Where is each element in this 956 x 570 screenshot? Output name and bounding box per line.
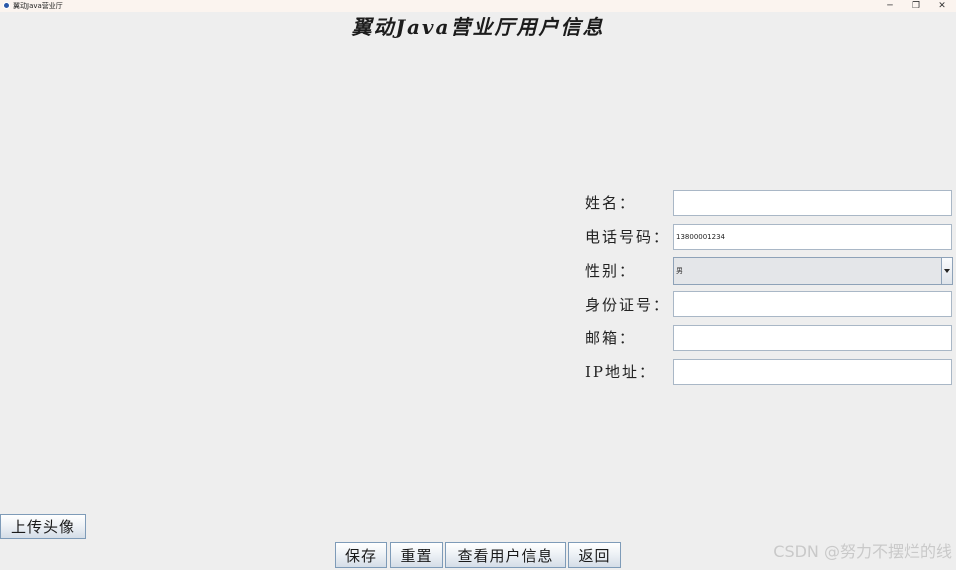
name-label: 姓名： bbox=[585, 194, 637, 212]
app-window: 翼动Java营业厅 ─ ❐ ✕ 翼动Java营业厅用户信息 姓名： 电话号码： … bbox=[0, 0, 956, 570]
reset-button[interactable]: 重置 bbox=[390, 542, 443, 568]
phone-input[interactable] bbox=[673, 224, 952, 250]
gender-selected-value: 男 bbox=[676, 267, 683, 275]
ip-address-input[interactable] bbox=[673, 359, 952, 385]
ip-address-label: IP地址： bbox=[585, 363, 657, 381]
id-number-input[interactable] bbox=[673, 291, 952, 317]
page-title: 翼动Java营业厅用户信息 bbox=[351, 15, 605, 39]
name-input[interactable] bbox=[673, 190, 952, 216]
email-label: 邮箱： bbox=[585, 329, 637, 347]
phone-label: 电话号码： bbox=[585, 228, 671, 246]
email-input[interactable] bbox=[673, 325, 952, 351]
chevron-down-icon bbox=[944, 269, 950, 273]
save-button[interactable]: 保存 bbox=[335, 542, 387, 568]
gender-label: 性别： bbox=[585, 262, 637, 280]
dropdown-button[interactable] bbox=[941, 258, 952, 284]
gender-select[interactable]: 男 bbox=[673, 257, 953, 285]
watermark: CSDN @努力不摆烂的线 bbox=[773, 542, 952, 561]
back-button[interactable]: 返回 bbox=[568, 542, 621, 568]
upload-avatar-button[interactable]: 上传头像 bbox=[0, 514, 86, 539]
id-number-label: 身份证号： bbox=[585, 296, 671, 314]
view-user-info-button[interactable]: 查看用户信息 bbox=[445, 542, 566, 568]
app-icon bbox=[3, 2, 10, 9]
